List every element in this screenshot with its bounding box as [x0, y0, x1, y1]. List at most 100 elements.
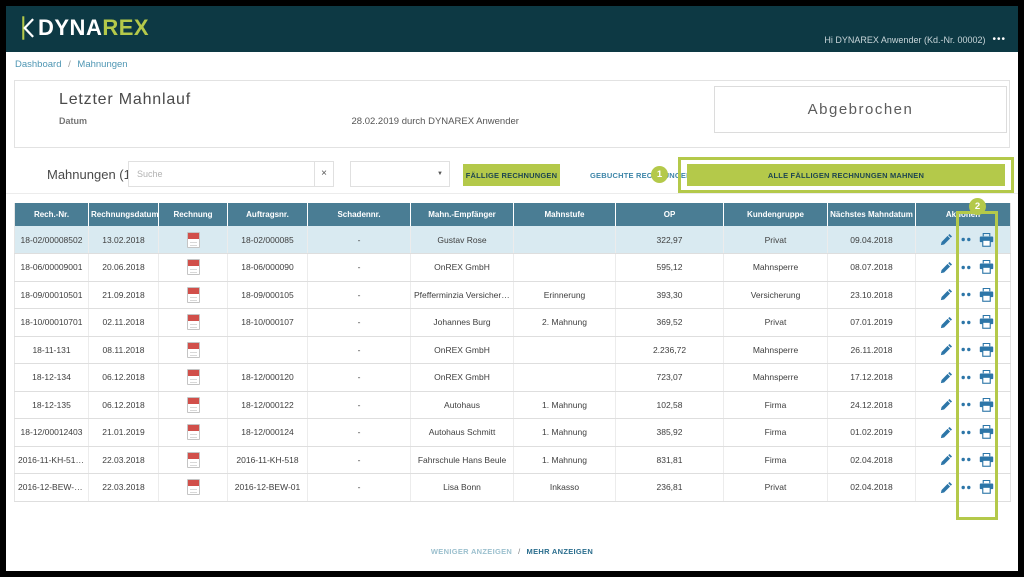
table-row[interactable]: 18-02/00008502 13.02.2018 18-02/000085 -…	[15, 226, 1011, 254]
cell-rech-nr: 18-12/00012403	[15, 419, 89, 447]
filter-select[interactable]: ▼	[350, 161, 450, 187]
pdf-icon-header	[188, 315, 199, 321]
cell-mahn-empfaenger: Johannes Burg	[411, 309, 514, 337]
cell-schadennr: -	[308, 226, 411, 254]
pdf-icon-header	[188, 398, 199, 404]
cell-kundengruppe: Privat	[724, 309, 828, 337]
table-row[interactable]: 18-09/00010501 21.09.2018 18-09/000105 -…	[15, 281, 1011, 309]
cell-rechnung	[159, 364, 228, 392]
cell-kundengruppe: Mahnsperre	[724, 336, 828, 364]
column-header-mahn-empfaenger: Mahn.-Empfänger	[411, 203, 514, 226]
cell-schadennr: -	[308, 364, 411, 392]
due-invoices-button[interactable]: FÄLLIGE RECHNUNGEN	[463, 164, 560, 186]
cell-kundengruppe: Firma	[724, 446, 828, 474]
app-window: DYNAREX Hi DYNAREX Anwender (Kd.-Nr. 000…	[6, 6, 1018, 571]
cell-mahn-empfaenger: Lisa Bonn	[411, 474, 514, 502]
cell-rechnung	[159, 474, 228, 502]
pdf-document-icon[interactable]	[187, 369, 200, 385]
cell-mahn-empfaenger: Pfefferminzia Versicherung...	[411, 281, 514, 309]
pdf-icon-header	[188, 425, 199, 431]
pdf-icon-header	[188, 288, 199, 294]
user-menu[interactable]: Hi DYNAREX Anwender (Kd.-Nr. 00002) •••	[824, 34, 1006, 45]
cell-naechstes-mahndatum: 24.12.2018	[828, 391, 916, 419]
cell-auftragsnr: 18-10/000107	[228, 309, 308, 337]
date-value: 28.02.2019 durch DYNAREX Anwender	[352, 116, 519, 127]
status-text: Abgebrochen	[808, 101, 914, 118]
cell-schadennr: -	[308, 336, 411, 364]
pdf-document-icon[interactable]	[187, 232, 200, 248]
edit-icon[interactable]	[940, 426, 953, 439]
cell-naechstes-mahndatum: 09.04.2018	[828, 226, 916, 254]
show-less-link[interactable]: WENIGER ANZEIGEN	[431, 547, 512, 556]
pdf-document-icon[interactable]	[187, 314, 200, 330]
cell-op: 369,52	[616, 309, 724, 337]
pdf-document-icon[interactable]	[187, 479, 200, 495]
pdf-document-icon[interactable]	[187, 452, 200, 468]
booked-invoices-link[interactable]: GEBUCHTE RECHNUNGEN	[590, 171, 692, 180]
pdf-document-icon[interactable]	[187, 259, 200, 275]
edit-icon[interactable]	[940, 453, 953, 466]
cell-rechnungsdatum: 08.11.2018	[89, 336, 159, 364]
pdf-icon-header	[188, 480, 199, 486]
cell-mahn-empfaenger: OnREX GmbH	[411, 364, 514, 392]
cell-mahnstufe: 1. Mahnung	[514, 446, 616, 474]
edit-icon[interactable]	[940, 233, 953, 246]
search-clear-button[interactable]: ×	[314, 161, 334, 187]
cell-rechnung	[159, 446, 228, 474]
pdf-document-icon[interactable]	[187, 397, 200, 413]
cell-mahnstufe	[514, 254, 616, 282]
cell-mahnstufe: 2. Mahnung	[514, 309, 616, 337]
table-row[interactable]: 18-11-131 08.11.2018 - OnREX GmbH 2.236,…	[15, 336, 1011, 364]
table-row[interactable]: 18-12-134 06.12.2018 18-12/000120 - OnRE…	[15, 364, 1011, 392]
logo-icon	[20, 15, 35, 41]
cell-mahn-empfaenger: Autohaus	[411, 391, 514, 419]
cell-op: 2.236,72	[616, 336, 724, 364]
pdf-document-icon[interactable]	[187, 424, 200, 440]
cell-schadennr: -	[308, 419, 411, 447]
logo-text: DYNAREX	[38, 15, 149, 41]
pdf-document-icon[interactable]	[187, 342, 200, 358]
search-input[interactable]	[128, 161, 314, 187]
table-row[interactable]: 2016-11-KH-51801 22.03.2018 2016-11-KH-5…	[15, 446, 1011, 474]
edit-icon[interactable]	[940, 371, 953, 384]
cell-auftragsnr: 18-12/000122	[228, 391, 308, 419]
menu-dots-icon[interactable]: •••	[992, 34, 1006, 45]
cell-kundengruppe: Privat	[724, 226, 828, 254]
cell-schadennr: -	[308, 446, 411, 474]
cell-mahn-empfaenger: Autohaus Schmitt	[411, 419, 514, 447]
breadcrumb-current[interactable]: Mahnungen	[77, 59, 127, 70]
cell-naechstes-mahndatum: 08.07.2018	[828, 254, 916, 282]
column-header-rechnungsdatum: Rechnungsdatum	[89, 203, 159, 226]
edit-icon[interactable]	[940, 343, 953, 356]
cell-mahnstufe: 1. Mahnung	[514, 419, 616, 447]
edit-icon[interactable]	[940, 481, 953, 494]
cell-rechnungsdatum: 21.09.2018	[89, 281, 159, 309]
edit-icon[interactable]	[940, 316, 953, 329]
cell-mahnstufe	[514, 364, 616, 392]
breadcrumb-dashboard[interactable]: Dashboard	[15, 59, 61, 70]
cell-rechnungsdatum: 22.03.2018	[89, 446, 159, 474]
pagination-footer: WENIGER ANZEIGEN/MEHR ANZEIGEN	[6, 547, 1018, 556]
table-row[interactable]: 18-10/00010701 02.11.2018 18-10/000107 -…	[15, 309, 1011, 337]
cell-rechnungsdatum: 13.02.2018	[89, 226, 159, 254]
table-row[interactable]: 18-12-135 06.12.2018 18-12/000122 - Auto…	[15, 391, 1011, 419]
cell-schadennr: -	[308, 391, 411, 419]
last-run-card: Letzter Mahnlauf Datum 28.02.2019 durch …	[14, 80, 1010, 148]
chevron-down-icon: ▼	[437, 171, 443, 177]
table-row[interactable]: 18-12/00012403 21.01.2019 18-12/000124 -…	[15, 419, 1011, 447]
cell-rechnung	[159, 419, 228, 447]
remind-all-button[interactable]: ALLE FÄLLIGEN RECHNUNGEN MAHNEN	[687, 164, 1005, 186]
cell-auftragsnr: 2016-11-KH-518	[228, 446, 308, 474]
edit-icon[interactable]	[940, 288, 953, 301]
table-row[interactable]: 18-06/00009001 20.06.2018 18-06/000090 -…	[15, 254, 1011, 282]
pdf-document-icon[interactable]	[187, 287, 200, 303]
cell-naechstes-mahndatum: 02.04.2018	[828, 474, 916, 502]
edit-icon[interactable]	[940, 261, 953, 274]
cell-naechstes-mahndatum: 07.01.2019	[828, 309, 916, 337]
cell-op: 393,30	[616, 281, 724, 309]
show-more-link[interactable]: MEHR ANZEIGEN	[527, 547, 594, 556]
edit-icon[interactable]	[940, 398, 953, 411]
cell-auftragsnr: 18-06/000090	[228, 254, 308, 282]
cell-schadennr: -	[308, 474, 411, 502]
table-row[interactable]: 2016-12-BEW-0101 22.03.2018 2016-12-BEW-…	[15, 474, 1011, 502]
